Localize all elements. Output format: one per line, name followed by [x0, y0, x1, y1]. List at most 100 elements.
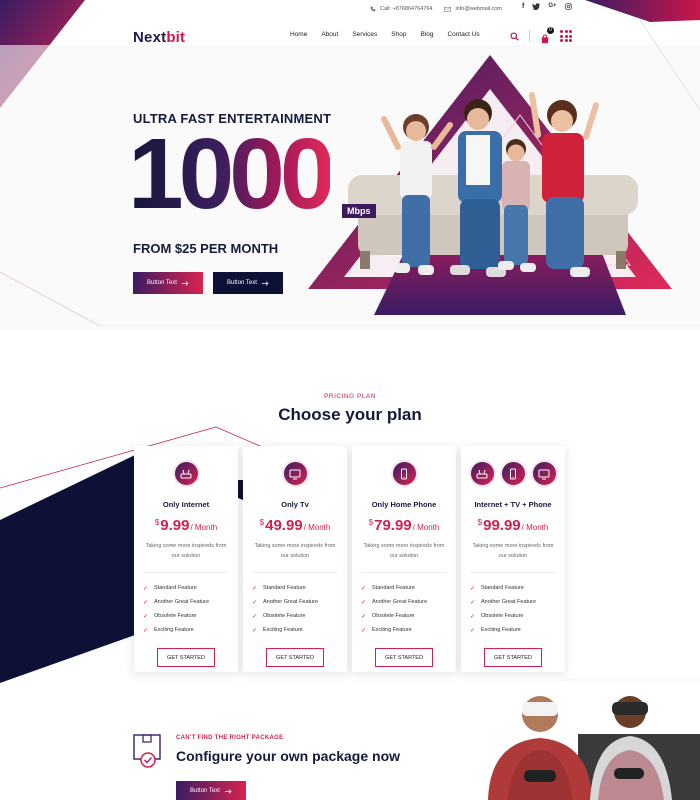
nav-shop[interactable]: Shop — [391, 31, 406, 38]
nav-home[interactable]: Home — [290, 31, 307, 38]
package-eyebrow: CAN'T FIND THE RIGHT PACKAGE — [176, 735, 284, 741]
check-icon: ✓ — [252, 613, 258, 620]
feature-item: ✓ Obsolete Feature — [252, 609, 338, 623]
pricing-title: Choose your plan — [278, 405, 422, 424]
plan-price: $ 99.99 / Month — [478, 517, 549, 534]
feature-label: Exciting Feature — [372, 627, 412, 633]
phone-icon — [499, 460, 527, 487]
menu-grid-icon[interactable] — [560, 30, 572, 42]
plan-card-internet: Only Internet $ 9.99 / Month Taking some… — [134, 446, 238, 672]
topbar-phone[interactable]: Call: +876864764764 — [370, 6, 432, 12]
phone-icon — [390, 460, 418, 487]
check-icon: ✓ — [361, 585, 367, 592]
feature-label: Another Great Feature — [372, 599, 428, 605]
feature-item: ✓ Standard Feature — [470, 581, 556, 595]
configure-package-button[interactable]: Button Text — [176, 781, 246, 800]
router-icon — [172, 460, 200, 487]
get-started-button[interactable]: GET STARTED — [157, 648, 215, 667]
plan-card-bundle: Internet + TV + Phone $ 99.99 / Month Ta… — [461, 446, 565, 672]
check-icon: ✓ — [143, 613, 149, 620]
topbar-email-text: info@webmail.com — [455, 6, 502, 12]
arrow-right-icon — [224, 788, 232, 794]
hero-speed-unit: Mbps — [342, 204, 376, 218]
header-divider — [529, 30, 530, 42]
plan-name: Only Home Phone — [371, 500, 437, 509]
feature-label: Standard Feature — [372, 585, 415, 591]
family-on-sofa-image — [308, 55, 672, 315]
plan-description: Taking some more inspireds from our solu… — [145, 543, 227, 559]
hero-primary-button[interactable]: Button Text — [133, 272, 203, 294]
arrow-right-icon — [261, 280, 269, 286]
hero-secondary-button[interactable]: Button Text — [213, 272, 283, 294]
nav-services[interactable]: Services — [352, 31, 377, 38]
page: Call: +876864764764 info@webmail.com f G… — [0, 0, 700, 800]
pricing-eyebrow: PRICING PLAN — [324, 393, 376, 400]
feature-item: ✓ Another Great Feature — [143, 595, 229, 609]
plan-description: Taking some more inspireds from our solu… — [363, 543, 445, 559]
feature-item: ✓ Standard Feature — [252, 581, 338, 595]
plan-period: / Month — [521, 523, 549, 532]
feature-label: Obsolete Feature — [263, 613, 306, 619]
check-icon: ✓ — [361, 627, 367, 634]
twitter-icon[interactable] — [532, 3, 541, 10]
main-nav: Home About Services Shop Blog Contact Us — [290, 31, 480, 38]
feature-label: Another Great Feature — [154, 599, 210, 605]
plan-divider — [470, 572, 556, 573]
plan-name: Only Tv — [281, 500, 309, 509]
google-plus-icon[interactable]: G+ — [548, 3, 556, 10]
get-started-button[interactable]: GET STARTED — [375, 648, 433, 667]
plan-price: $ 79.99 / Month — [369, 517, 440, 534]
plan-amount: 9.99 — [160, 517, 190, 534]
phone-icon — [370, 6, 376, 12]
hero-primary-button-label: Button Text — [147, 280, 177, 286]
tv-icon — [530, 460, 558, 487]
social-links: f G+ — [522, 3, 572, 10]
plan-icons — [390, 460, 418, 488]
plan-description: Taking some more inspireds from our solu… — [472, 543, 554, 559]
feature-item: ✓ Exciting Feature — [470, 623, 556, 637]
feature-label: Another Great Feature — [481, 599, 537, 605]
cart-button[interactable]: 0 — [540, 27, 554, 44]
router-icon — [468, 460, 496, 487]
topbar-email[interactable]: info@webmail.com — [444, 6, 502, 12]
check-icon: ✓ — [470, 627, 476, 634]
feature-label: Standard Feature — [154, 585, 197, 591]
feature-item: ✓ Another Great Feature — [252, 595, 338, 609]
plan-features: ✓ Standard Feature ✓ Another Great Feature… — [143, 581, 229, 637]
get-started-button[interactable]: GET STARTED — [484, 648, 542, 667]
site-logo[interactable]: Nextbit — [133, 29, 185, 46]
plan-amount: 79.99 — [374, 517, 412, 534]
feature-item: ✓ Standard Feature — [361, 581, 447, 595]
feature-label: Obsolete Feature — [481, 613, 524, 619]
feature-item: ✓ Exciting Feature — [252, 623, 338, 637]
check-icon: ✓ — [361, 599, 367, 606]
plan-period: / Month — [190, 523, 218, 532]
topbar-phone-text: Call: +876864764764 — [380, 6, 433, 12]
plan-name: Internet + TV + Phone — [474, 500, 552, 509]
feature-label: Obsolete Feature — [372, 613, 415, 619]
instagram-icon[interactable] — [564, 3, 572, 10]
feature-item: ✓ Another Great Feature — [470, 595, 556, 609]
hero-price-line: FROM $25 PER MONTH — [133, 241, 279, 256]
shopping-bag-icon — [541, 34, 549, 44]
plan-description: Taking some more inspireds from our solu… — [254, 543, 336, 559]
plan-period: / Month — [303, 523, 331, 532]
plan-period: / Month — [412, 523, 440, 532]
feature-label: Exciting Feature — [154, 627, 194, 633]
plan-amount: 99.99 — [483, 517, 521, 534]
plan-features: ✓ Standard Feature ✓ Another Great Feature… — [361, 581, 447, 637]
check-icon: ✓ — [470, 599, 476, 606]
facebook-icon[interactable]: f — [522, 3, 524, 10]
plan-divider — [361, 572, 447, 573]
get-started-button[interactable]: GET STARTED — [266, 648, 324, 667]
check-icon: ✓ — [361, 613, 367, 620]
search-icon[interactable] — [510, 31, 519, 41]
nav-about[interactable]: About — [321, 31, 338, 38]
envelope-icon — [444, 6, 452, 12]
hero-secondary-button-label: Button Text — [227, 280, 257, 286]
plan-icons — [468, 460, 558, 488]
cart-count-badge: 0 — [547, 27, 554, 34]
nav-contact[interactable]: Contact Us — [447, 31, 479, 38]
nav-blog[interactable]: Blog — [420, 31, 433, 38]
feature-item: ✓ Obsolete Feature — [361, 609, 447, 623]
